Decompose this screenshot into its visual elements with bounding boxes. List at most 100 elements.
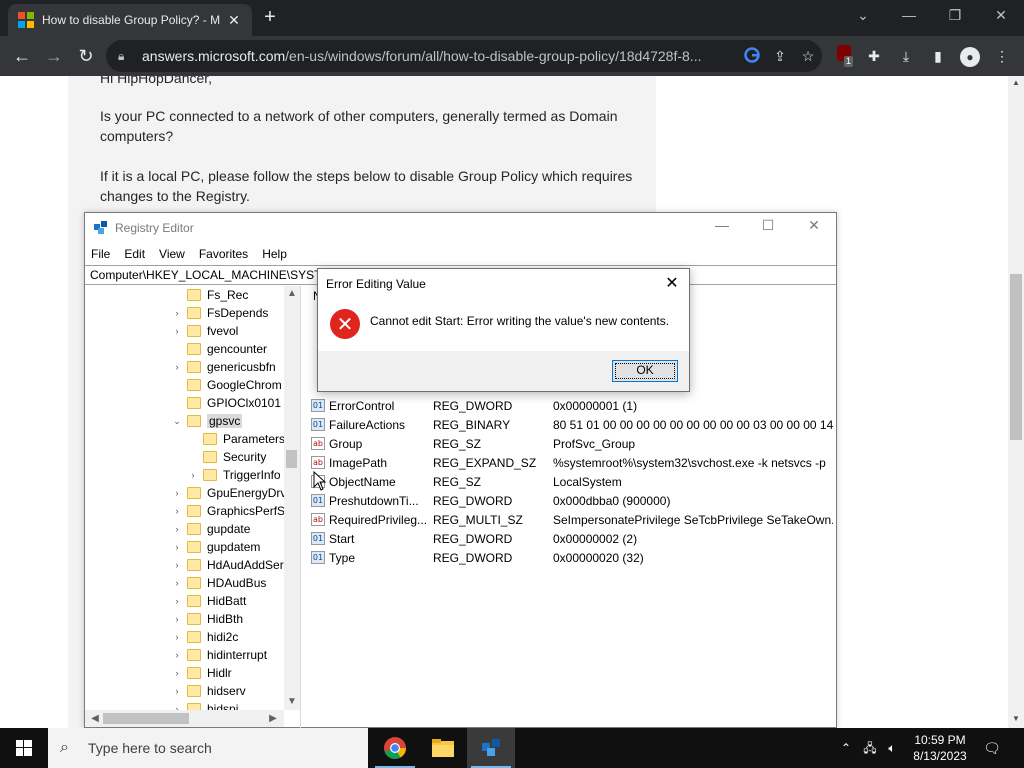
network-icon[interactable]: 🖧︎ bbox=[860, 728, 880, 768]
tree-key-item[interactable]: › fvevol bbox=[171, 322, 239, 340]
google-lens-icon[interactable] bbox=[738, 46, 766, 66]
expand-chevron-icon[interactable]: › bbox=[171, 614, 183, 624]
menu-kebab-icon[interactable]: ⋮ bbox=[990, 44, 1014, 68]
expand-chevron-icon[interactable]: › bbox=[171, 686, 183, 696]
taskbar-chrome[interactable] bbox=[371, 728, 419, 768]
reload-icon[interactable]: ↻ bbox=[72, 42, 100, 70]
expand-chevron-icon[interactable]: › bbox=[171, 308, 183, 318]
registry-value-row[interactable]: 01 FailureActions REG_BINARY 80 51 01 00 00… bbox=[305, 415, 835, 434]
tree-key-item[interactable]: › hidinterrupt bbox=[171, 646, 268, 664]
tree-key-item[interactable]: › hidi2c bbox=[171, 628, 239, 646]
restore-button[interactable]: ❐ bbox=[932, 0, 978, 30]
tree-key-item[interactable]: › GpuEnergyDrv bbox=[171, 484, 287, 502]
dialog-close-icon[interactable]: ✕ bbox=[661, 273, 683, 295]
extensions-puzzle-icon[interactable]: ✚ bbox=[862, 44, 886, 68]
expand-chevron-icon[interactable]: › bbox=[171, 326, 183, 336]
expand-chevron-icon[interactable]: › bbox=[171, 524, 183, 534]
scroll-up-icon[interactable]: ▲ bbox=[1008, 78, 1024, 87]
expand-chevron-icon[interactable]: › bbox=[171, 578, 183, 588]
tree-key-item[interactable]: › HDAudBus bbox=[171, 574, 267, 592]
taskbar-registry-editor[interactable] bbox=[467, 728, 515, 768]
scroll-down-icon[interactable]: ▼ bbox=[1008, 714, 1024, 723]
tree-scroll-left-icon[interactable]: ◀ bbox=[87, 710, 103, 727]
volume-icon[interactable]: 🔈︎ bbox=[882, 728, 902, 768]
address-bar[interactable]: 🔒︎ answers.microsoft.com/en-us/windows/f… bbox=[106, 40, 822, 72]
menu-favorites[interactable]: Favorites bbox=[199, 247, 248, 261]
tree-key-item[interactable]: › gupdatem bbox=[171, 538, 261, 556]
page-scroll-thumb[interactable] bbox=[1010, 274, 1022, 440]
expand-chevron-icon[interactable]: › bbox=[171, 506, 183, 516]
bookmark-star-icon[interactable]: ☆ bbox=[794, 48, 822, 65]
close-window-button[interactable]: ✕ bbox=[978, 0, 1024, 30]
menu-file[interactable]: File bbox=[91, 247, 110, 261]
taskbar-clock[interactable]: 10:59 PM 8/13/2023 bbox=[904, 732, 976, 764]
registry-value-row[interactable]: 01 ErrorControl REG_DWORD 0x00000001 (1) bbox=[305, 396, 835, 415]
regedit-maximize-button[interactable]: ☐ bbox=[745, 217, 791, 234]
minimize-button[interactable]: — bbox=[886, 0, 932, 30]
expand-chevron-icon[interactable]: › bbox=[171, 632, 183, 642]
tree-key-item[interactable]: Parameters bbox=[187, 430, 285, 448]
download-icon[interactable]: ⤓ bbox=[894, 44, 918, 68]
tree-key-item[interactable]: › GraphicsPerfSv bbox=[171, 502, 292, 520]
ok-button[interactable]: OK bbox=[612, 360, 678, 382]
registry-value-row[interactable]: 01 PreshutdownTi... REG_DWORD 0x000dbba0 (9… bbox=[305, 491, 835, 510]
menu-view[interactable]: View bbox=[159, 247, 185, 261]
tree-key-item[interactable]: › gupdate bbox=[171, 520, 251, 538]
expand-chevron-icon[interactable]: › bbox=[171, 560, 183, 570]
registry-value-row[interactable]: ab Group REG_SZ ProfSvc_Group bbox=[305, 434, 835, 453]
tree-scroll-thumb[interactable] bbox=[286, 450, 297, 468]
tree-scroll-right-icon[interactable]: ▶ bbox=[265, 710, 281, 727]
registry-value-row[interactable]: ab RequiredPrivileg... REG_MULTI_SZ SeImper… bbox=[305, 510, 835, 529]
lock-icon[interactable]: 🔒︎ bbox=[118, 49, 132, 64]
tree-scroll-up-icon[interactable]: ▲ bbox=[284, 288, 300, 299]
notifications-icon[interactable]: 🗨︎ bbox=[980, 728, 1004, 768]
tab-search-icon[interactable]: ⌄ bbox=[840, 0, 886, 30]
tree-vertical-scrollbar[interactable]: ▲ ▼ bbox=[284, 286, 300, 710]
taskbar-file-explorer[interactable] bbox=[419, 728, 467, 768]
tree-key-item[interactable]: › HdAudAddSer bbox=[171, 556, 284, 574]
collapse-chevron-icon[interactable]: ⌄ bbox=[171, 416, 183, 427]
profile-avatar-icon[interactable]: ● bbox=[958, 44, 982, 68]
taskbar-search-box[interactable]: ⌕ Type here to search bbox=[48, 728, 368, 768]
back-arrow-icon[interactable]: ← bbox=[8, 42, 36, 70]
registry-value-row[interactable]: abObjectNameREG_SZLocalSystem bbox=[305, 472, 835, 491]
tree-key-item[interactable]: GoogleChrom bbox=[171, 376, 282, 394]
browser-tab[interactable]: How to disable Group Policy? - M ✕ bbox=[8, 4, 252, 36]
expand-chevron-icon[interactable]: › bbox=[187, 470, 199, 480]
start-button[interactable] bbox=[0, 728, 48, 768]
ublock-extension-icon[interactable]: 1 bbox=[832, 44, 856, 68]
regedit-minimize-button[interactable]: — bbox=[699, 217, 745, 233]
tree-key-item[interactable]: › genericusbfn bbox=[171, 358, 276, 376]
page-scrollbar[interactable]: ▲ ▼ bbox=[1008, 76, 1024, 728]
tree-hscroll-thumb[interactable] bbox=[103, 713, 189, 724]
tree-key-item[interactable]: › TriggerInfo bbox=[187, 466, 281, 484]
new-tab-button[interactable]: + bbox=[258, 6, 282, 30]
tree-key-item[interactable]: Security bbox=[187, 448, 266, 466]
regedit-close-button[interactable]: ✕ bbox=[791, 217, 837, 234]
show-hidden-icons-chevron-icon[interactable]: ⌃ bbox=[836, 728, 856, 768]
regedit-titlebar[interactable]: Registry Editor — ☐ ✕ bbox=[85, 213, 836, 243]
expand-chevron-icon[interactable]: › bbox=[171, 668, 183, 678]
registry-value-row[interactable]: 01 Start REG_DWORD 0x00000002 (2) bbox=[305, 529, 835, 548]
tree-key-item[interactable]: › Hidlr bbox=[171, 664, 232, 682]
expand-chevron-icon[interactable]: › bbox=[171, 542, 183, 552]
expand-chevron-icon[interactable]: › bbox=[171, 488, 183, 498]
expand-chevron-icon[interactable]: › bbox=[171, 362, 183, 372]
tab-close-icon[interactable]: ✕ bbox=[226, 12, 242, 29]
tree-key-item[interactable]: › HidBatt bbox=[171, 592, 247, 610]
tree-horizontal-scrollbar[interactable]: ◀ ▶ bbox=[85, 710, 284, 727]
tree-key-item[interactable]: GPIOClx0101 bbox=[171, 394, 281, 412]
side-panel-icon[interactable]: ▮ bbox=[926, 44, 950, 68]
forward-arrow-icon[interactable]: → bbox=[40, 42, 68, 70]
tree-key-item[interactable]: ⌄ gpsvc bbox=[171, 412, 243, 430]
registry-value-row[interactable]: ab ImagePath REG_EXPAND_SZ %systemroot%\sys… bbox=[305, 453, 835, 472]
tree-key-item[interactable]: Fs_Rec bbox=[171, 286, 248, 304]
share-icon[interactable]: ⇪ bbox=[766, 48, 794, 65]
tree-key-item[interactable]: › hidserv bbox=[171, 682, 246, 700]
tree-key-item[interactable]: › HidBth bbox=[171, 610, 244, 628]
expand-chevron-icon[interactable]: › bbox=[171, 650, 183, 660]
tree-key-item[interactable]: gencounter bbox=[171, 340, 267, 358]
menu-help[interactable]: Help bbox=[262, 247, 287, 261]
tree-scroll-down-icon[interactable]: ▼ bbox=[284, 696, 300, 707]
expand-chevron-icon[interactable]: › bbox=[171, 596, 183, 606]
